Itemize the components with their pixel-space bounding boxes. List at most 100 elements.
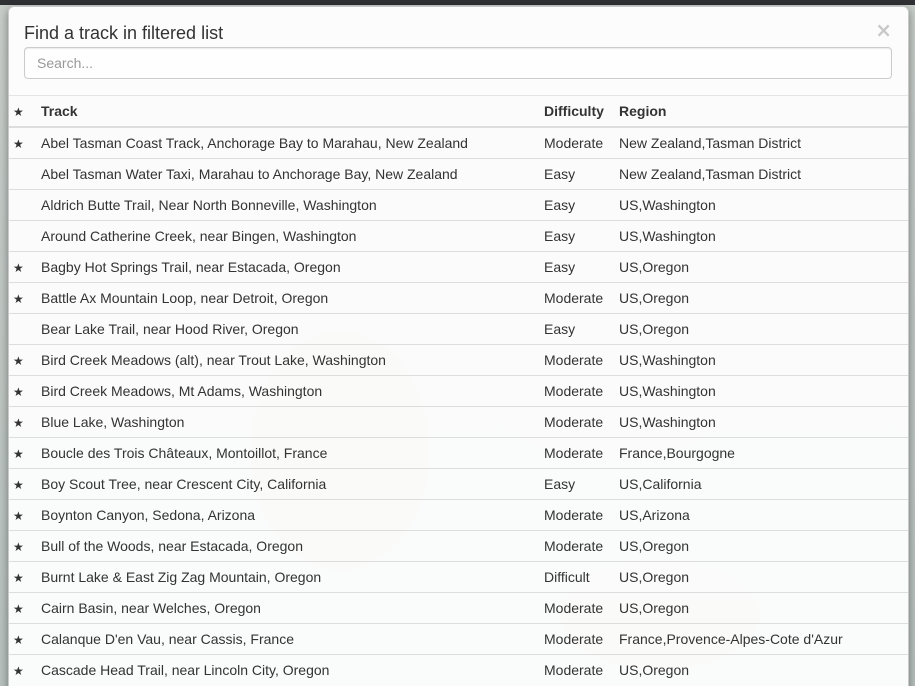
table-row[interactable]: ★ Bird Creek Meadows, Mt Adams, Washingto… bbox=[9, 375, 908, 407]
region-cell: US,Washington bbox=[619, 406, 908, 438]
region-cell: US,Oregon bbox=[619, 313, 908, 345]
difficulty-cell: Easy bbox=[544, 220, 619, 252]
table-row[interactable]: ★ Boynton Canyon, Sedona, Arizona Moderate… bbox=[9, 499, 908, 531]
difficulty-cell: Moderate bbox=[544, 499, 619, 531]
track-name-cell: Bull of the Woods, near Estacada, Oregon bbox=[41, 530, 544, 562]
difficulty-cell: Easy bbox=[544, 313, 619, 345]
difficulty-cell: Moderate bbox=[544, 126, 619, 159]
tracks-table-body: ★ Abel Tasman Coast Track, Anchorage Bay … bbox=[9, 126, 908, 685]
column-header-star[interactable]: ★ bbox=[9, 96, 41, 128]
table-row[interactable]: ★ Bagby Hot Springs Trail, near Estacada,… bbox=[9, 251, 908, 283]
table-row[interactable]: ★ Boucle des Trois Châteaux, Montoillot, … bbox=[9, 437, 908, 469]
track-name-cell: Bird Creek Meadows (alt), near Trout Lak… bbox=[41, 344, 544, 376]
table-row[interactable]: ★ Cairn Basin, near Welches, Oregon Modera… bbox=[9, 592, 908, 624]
region-cell: US,Washington bbox=[619, 189, 908, 221]
difficulty-cell: Moderate bbox=[544, 406, 619, 438]
star-icon: ★ bbox=[13, 478, 24, 492]
difficulty-cell: Moderate bbox=[544, 344, 619, 376]
difficulty-cell: Easy bbox=[544, 468, 619, 500]
track-name-cell: Bird Creek Meadows, Mt Adams, Washington bbox=[41, 375, 544, 407]
tracks-table: ★ Track Difficulty Region ★ Abel Tasman C… bbox=[9, 96, 908, 685]
star-cell: ★ bbox=[9, 375, 41, 407]
star-cell: ★ bbox=[9, 530, 41, 562]
table-row[interactable]: ★ Calanque D'en Vau, near Cassis, France M… bbox=[9, 623, 908, 655]
star-icon: ★ bbox=[13, 509, 24, 523]
region-cell: US,Oregon bbox=[619, 561, 908, 593]
track-name-cell: Burnt Lake & East Zig Zag Mountain, Oreg… bbox=[41, 561, 544, 593]
star-icon: ★ bbox=[13, 354, 24, 368]
star-icon: ★ bbox=[13, 261, 24, 275]
star-cell: ★ bbox=[9, 344, 41, 376]
star-icon: ★ bbox=[13, 664, 24, 678]
track-name-cell: Around Catherine Creek, near Bingen, Was… bbox=[41, 220, 544, 252]
region-cell: US,Washington bbox=[619, 220, 908, 252]
star-icon: ★ bbox=[13, 105, 24, 119]
star-cell: ★ bbox=[9, 468, 41, 500]
find-track-modal: Find a track in filtered list × ★ Track … bbox=[8, 6, 909, 686]
table-row[interactable]: ★ Boy Scout Tree, near Crescent City, Cal… bbox=[9, 468, 908, 500]
star-icon: ★ bbox=[13, 292, 24, 306]
track-name-cell: Bagby Hot Springs Trail, near Estacada, … bbox=[41, 251, 544, 283]
table-row[interactable]: Around Catherine Creek, near Bingen, Was… bbox=[9, 220, 908, 252]
region-cell: New Zealand,Tasman District bbox=[619, 126, 908, 159]
track-name-cell: Aldrich Butte Trail, Near North Bonnevil… bbox=[41, 189, 544, 221]
star-cell bbox=[9, 220, 41, 252]
region-cell: US,Oregon bbox=[619, 592, 908, 624]
star-icon: ★ bbox=[13, 416, 24, 430]
table-row[interactable]: ★ Battle Ax Mountain Loop, near Detroit, … bbox=[9, 282, 908, 314]
star-icon: ★ bbox=[13, 633, 24, 647]
column-header-track[interactable]: Track bbox=[41, 96, 544, 128]
star-icon: ★ bbox=[13, 137, 24, 151]
region-cell: France,Bourgogne bbox=[619, 437, 908, 469]
track-name-cell: Boynton Canyon, Sedona, Arizona bbox=[41, 499, 544, 531]
difficulty-cell: Moderate bbox=[544, 623, 619, 655]
column-header-difficulty[interactable]: Difficulty bbox=[544, 96, 619, 128]
star-cell bbox=[9, 189, 41, 221]
star-icon: ★ bbox=[13, 385, 24, 399]
table-row[interactable]: ★ Burnt Lake & East Zig Zag Mountain, Ore… bbox=[9, 561, 908, 593]
modal-title: Find a track in filtered list bbox=[24, 23, 224, 43]
table-row[interactable]: ★ Abel Tasman Coast Track, Anchorage Bay … bbox=[9, 126, 908, 159]
difficulty-cell: Easy bbox=[544, 189, 619, 221]
difficulty-cell: Moderate bbox=[544, 437, 619, 469]
difficulty-cell: Moderate bbox=[544, 654, 619, 685]
track-name-cell: Boy Scout Tree, near Crescent City, Cali… bbox=[41, 468, 544, 500]
track-name-cell: Cairn Basin, near Welches, Oregon bbox=[41, 592, 544, 624]
close-button[interactable]: × bbox=[875, 20, 892, 40]
search-input[interactable] bbox=[24, 47, 892, 79]
star-cell: ★ bbox=[9, 561, 41, 593]
difficulty-cell: Easy bbox=[544, 158, 619, 190]
region-cell: US,Arizona bbox=[619, 499, 908, 531]
region-cell: US,Washington bbox=[619, 344, 908, 376]
region-cell: US,Oregon bbox=[619, 251, 908, 283]
star-cell bbox=[9, 313, 41, 345]
modal-header: Find a track in filtered list × bbox=[9, 7, 908, 96]
region-cell: US,Oregon bbox=[619, 654, 908, 685]
star-cell: ★ bbox=[9, 282, 41, 314]
track-name-cell: Calanque D'en Vau, near Cassis, France bbox=[41, 623, 544, 655]
star-cell: ★ bbox=[9, 654, 41, 685]
table-row[interactable]: ★ Bull of the Woods, near Estacada, Orego… bbox=[9, 530, 908, 562]
star-cell: ★ bbox=[9, 437, 41, 469]
table-row[interactable]: Abel Tasman Water Taxi, Marahau to Ancho… bbox=[9, 158, 908, 190]
star-cell: ★ bbox=[9, 126, 41, 159]
star-cell: ★ bbox=[9, 406, 41, 438]
table-row[interactable]: ★ Bird Creek Meadows (alt), near Trout La… bbox=[9, 344, 908, 376]
star-icon: ★ bbox=[13, 540, 24, 554]
table-row[interactable]: Bear Lake Trail, near Hood River, Oregon… bbox=[9, 313, 908, 345]
region-cell: New Zealand,Tasman District bbox=[619, 158, 908, 190]
star-icon: ★ bbox=[13, 602, 24, 616]
region-cell: US,California bbox=[619, 468, 908, 500]
star-cell: ★ bbox=[9, 499, 41, 531]
difficulty-cell: Easy bbox=[544, 251, 619, 283]
star-icon: ★ bbox=[13, 447, 24, 461]
track-name-cell: Bear Lake Trail, near Hood River, Oregon bbox=[41, 313, 544, 345]
table-row[interactable]: Aldrich Butte Trail, Near North Bonnevil… bbox=[9, 189, 908, 221]
star-cell: ★ bbox=[9, 623, 41, 655]
table-row[interactable]: ★ Cascade Head Trail, near Lincoln City, … bbox=[9, 654, 908, 685]
track-name-cell: Blue Lake, Washington bbox=[41, 406, 544, 438]
difficulty-cell: Moderate bbox=[544, 530, 619, 562]
table-row[interactable]: ★ Blue Lake, Washington Moderate US,Washing… bbox=[9, 406, 908, 438]
column-header-region[interactable]: Region bbox=[619, 96, 908, 128]
track-name-cell: Abel Tasman Water Taxi, Marahau to Ancho… bbox=[41, 158, 544, 190]
